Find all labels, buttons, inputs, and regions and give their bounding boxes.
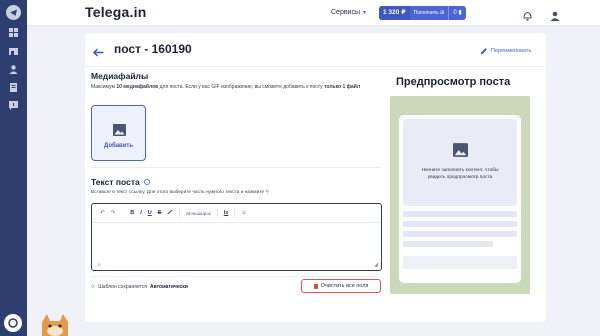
topup-button[interactable]: Пополнить ⊞ [410,10,449,16]
emoji-button[interactable]: ☺ [241,210,247,216]
divider [91,276,381,277]
dashboard-icon[interactable] [9,28,18,37]
top-bar: Telega.in Сервисы ▾ 1 320 ₽ Пополнить ⊞ 0… [27,0,600,26]
italic-button[interactable]: I [140,210,142,216]
text-section-title: Текст поста [91,177,150,187]
document-icon[interactable] [9,83,18,92]
autosave-icon: ⟳ [91,284,96,290]
media-section-title: Медиафайлы [91,71,149,81]
trash-icon [313,283,318,289]
balance-amount: 1 320 ₽ [379,6,410,20]
clear-all-label: Очистить все поля [320,283,369,289]
balance-widget[interactable]: 1 320 ₽ Пополнить ⊞ 0 ▮ [379,6,466,20]
media-hint-gif: только 1 файл [324,84,361,90]
link-icon [167,209,173,215]
post-preview: Начните заполнять контент, чтобы увидеть… [390,96,530,294]
chevron-down-icon: ▾ [363,10,367,16]
autosave-mode: Автоматически [149,284,188,290]
profile-icon[interactable] [550,8,560,26]
image-icon [113,123,126,141]
services-label: Сервисы [331,9,361,16]
preview-text-line [403,231,517,237]
cart-count: 0 [453,10,457,16]
preview-media-placeholder: Начните заполнять контент, чтобы увидеть… [403,119,517,206]
bell-icon[interactable] [523,8,532,26]
info-icon[interactable] [143,179,150,185]
rename-label: Переименовать [491,48,532,54]
logo[interactable]: Telega.in [85,4,146,20]
pencil-icon [481,48,487,54]
image-icon [453,143,468,162]
rename-button[interactable]: Переименовать [480,47,531,55]
text-section-label: Текст поста [91,177,140,187]
divider [91,167,381,168]
chart-icon: ▮ [458,10,462,16]
divider [85,66,546,67]
user-icon[interactable] [9,65,18,74]
sidebar [0,0,27,336]
add-media-label: Добавить [103,143,134,149]
link-icon: ⚲ [265,190,269,195]
support-avatar[interactable] [4,314,22,332]
topup-label: Пополнить [413,10,439,16]
store-icon[interactable] [9,46,18,55]
preview-placeholder-text: Начните заполнять контент, чтобы увидеть… [421,168,499,180]
preview-message-bubble: Начните заполнять контент, чтобы увидеть… [399,115,521,283]
preview-button-placeholder [403,256,517,269]
link-button[interactable] [167,209,173,217]
clear-format-button[interactable]: Ix [224,210,229,216]
strikethrough-button[interactable]: S [158,210,162,216]
editor-status: p [98,262,101,267]
fox-mascot [38,314,72,336]
wallet-icon: ⊞ [440,10,445,16]
preview-text-line [403,221,517,227]
autosave-prefix: Шаблон сохраняется [98,284,147,290]
redo-icon[interactable]: ↷ [111,210,116,216]
text-hint: Вставьте в текст ссылку. Для этого выбер… [91,190,269,195]
bold-button[interactable]: B [130,210,134,216]
media-hint-limit: 10 медиафайлов [116,84,159,90]
preview-text-line [403,241,493,247]
preview-text-line [403,211,517,217]
back-arrow-icon[interactable] [93,44,104,62]
toolbar-separator [179,209,181,217]
page-title: пост - 160190 [114,42,192,56]
underline-button[interactable]: U [148,210,152,216]
media-hint-prefix: Максимум [91,84,117,90]
toolbar-separator [234,209,236,217]
telegram-icon[interactable] [6,5,21,20]
media-hint: Максимум 10 медиафайлов для поста. Если … [91,84,381,91]
clear-all-button[interactable]: Очистить все поля [301,279,381,293]
cart-counter[interactable]: 0 ▮ [448,6,465,20]
media-hint-middle: для поста. Если у вас GIF изображение, в… [158,84,325,90]
text-hint-label: Вставьте в текст ссылку. Для этого выбер… [91,190,265,195]
undo-icon[interactable]: ↶ [100,210,105,216]
post-text-editor[interactable]: ↶ ↷ B I U S Моноширок Ix ☺ p ◢ [91,203,382,271]
autosave-note: ⟳ Шаблон сохраняется Автоматически [91,284,188,290]
post-editor-card: пост - 160190 Переименовать Медиафайлы М… [85,33,546,322]
preview-title: Предпросмотр поста [396,76,511,88]
chat-icon[interactable] [9,101,18,110]
add-media-button[interactable]: Добавить [91,105,146,161]
resize-handle-icon[interactable]: ◢ [374,262,378,268]
editor-toolbar: ↶ ↷ B I U S Моноширок Ix ☺ [92,204,381,223]
monospace-button[interactable]: Моноширок [186,211,210,216]
services-dropdown[interactable]: Сервисы ▾ [331,9,366,16]
toolbar-separator [216,209,218,217]
